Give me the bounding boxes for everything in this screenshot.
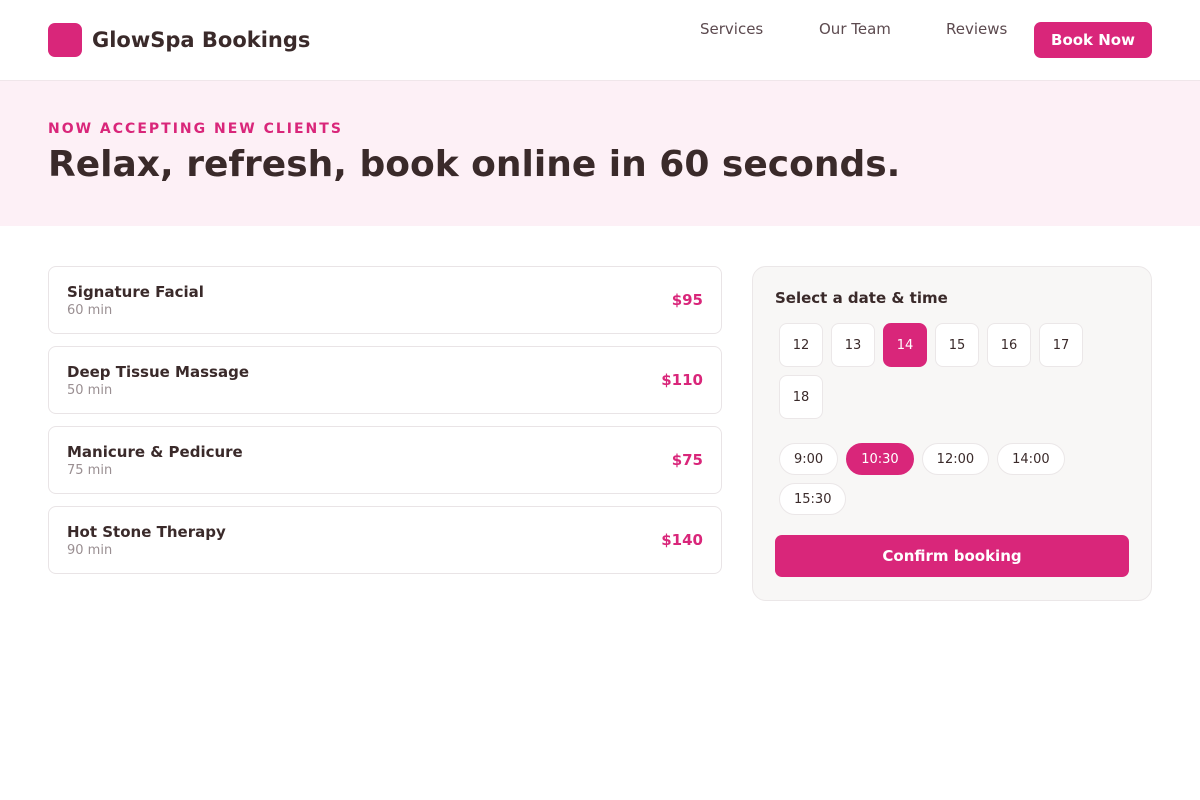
nav-link-reviews[interactable]: Reviews	[946, 20, 1007, 38]
service-name: Hot Stone Therapy	[67, 523, 226, 541]
service-duration: 90 min	[67, 543, 113, 558]
service-name: Signature Facial	[67, 283, 204, 301]
service-duration: 50 min	[67, 383, 113, 398]
service-price: $110	[661, 371, 703, 389]
hero-title: Relax, refresh, book online in 60 second…	[48, 144, 901, 185]
service-price: $95	[671, 291, 703, 309]
service-name: Manicure & Pedicure	[67, 443, 243, 461]
hero-banner: NOW ACCEPTING NEW CLIENTS Relax, refresh…	[0, 81, 1200, 226]
date-option-13[interactable]: 13	[831, 323, 875, 367]
time-picker: 9:00 10:30 12:00 14:00 15:30	[779, 443, 1119, 523]
nav-link-our-team[interactable]: Our Team	[819, 20, 891, 38]
service-card[interactable]: Signature Facial 60 min $95	[48, 266, 722, 334]
service-list: Signature Facial 60 min $95 Deep Tissue …	[48, 266, 722, 586]
booking-title: Select a date & time	[775, 289, 948, 307]
time-option-15-30[interactable]: 15:30	[779, 483, 847, 515]
service-duration: 75 min	[67, 463, 113, 478]
booking-panel: Select a date & time 12 13 14 15 16 17 18 9:00…	[752, 266, 1152, 601]
time-option-9-00[interactable]: 9:00	[779, 443, 839, 475]
date-option-15[interactable]: 15	[935, 323, 979, 367]
service-card[interactable]: Hot Stone Therapy 90 min $140	[48, 506, 722, 574]
time-option-12-00[interactable]: 12:00	[921, 443, 990, 475]
service-card[interactable]: Manicure & Pedicure 75 min $75	[48, 426, 722, 494]
service-duration: 60 min	[67, 303, 113, 318]
date-picker: 12 13 14 15 16 17 18	[779, 323, 1139, 427]
brand-name[interactable]: GlowSpa Bookings	[92, 27, 310, 53]
time-option-10-30[interactable]: 10:30	[846, 443, 914, 475]
confirm-booking-button[interactable]: Confirm booking	[775, 535, 1129, 577]
service-price: $75	[671, 451, 703, 469]
time-option-14-00[interactable]: 14:00	[997, 443, 1065, 475]
date-option-16[interactable]: 16	[987, 323, 1031, 367]
hero-eyebrow: NOW ACCEPTING NEW CLIENTS	[48, 121, 343, 137]
date-option-14[interactable]: 14	[883, 323, 927, 367]
service-name: Deep Tissue Massage	[67, 363, 249, 381]
nav-link-services[interactable]: Services	[700, 20, 763, 38]
logo-mark[interactable]	[48, 23, 82, 57]
book-now-button[interactable]: Book Now	[1034, 22, 1152, 58]
service-price: $140	[661, 531, 703, 549]
date-option-18[interactable]: 18	[779, 375, 823, 419]
service-card[interactable]: Deep Tissue Massage 50 min $110	[48, 346, 722, 414]
date-option-12[interactable]: 12	[779, 323, 823, 367]
date-option-17[interactable]: 17	[1039, 323, 1083, 367]
site-header: GlowSpa Bookings Services Our Team Revie…	[0, 0, 1200, 81]
